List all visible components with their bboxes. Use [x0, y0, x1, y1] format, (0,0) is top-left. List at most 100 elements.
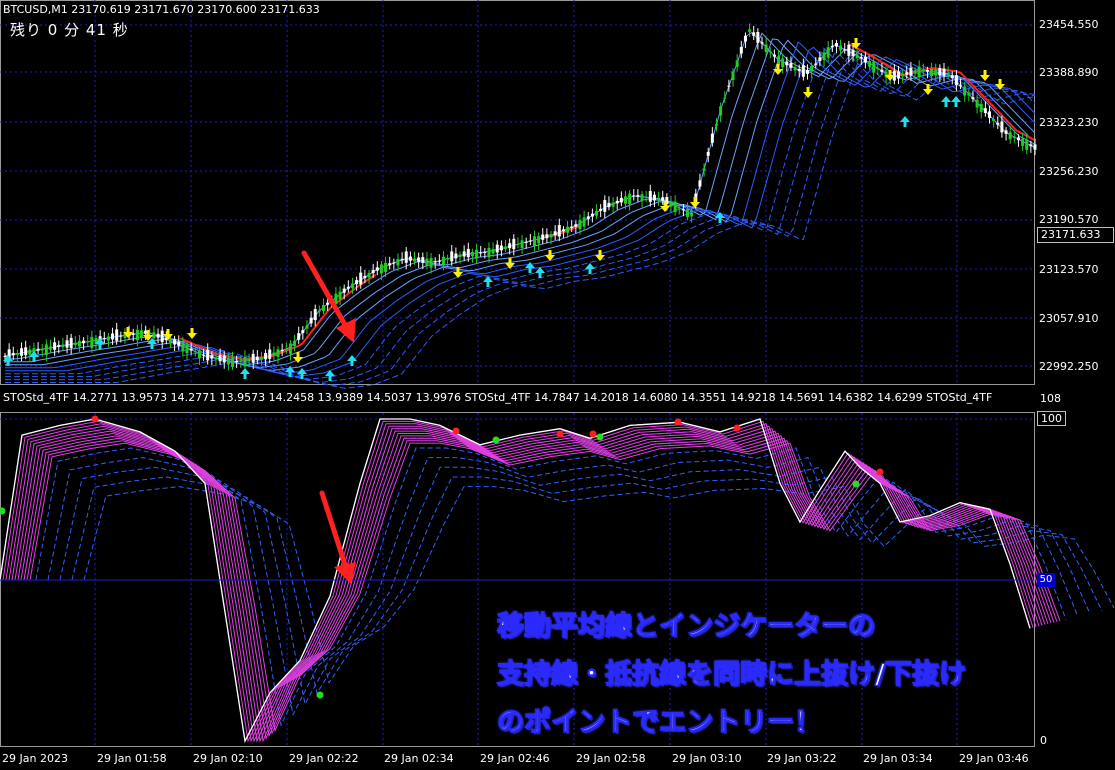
time-label: 29 Jan 03:46 — [959, 752, 1029, 765]
candle-body — [433, 261, 437, 263]
candle-body — [868, 61, 872, 67]
caption-line-1: 移動平均線とインジケーターの — [496, 610, 875, 642]
candle-body — [1029, 144, 1033, 147]
candle-body — [57, 345, 61, 347]
signal-dot — [733, 424, 741, 432]
candle-body — [652, 194, 656, 201]
time-label: 29 Jan 02:34 — [384, 752, 454, 765]
candle-body — [739, 47, 743, 54]
candle-body — [322, 304, 326, 311]
price-label: 23123.570 — [1039, 263, 1099, 276]
candle-body — [355, 280, 359, 285]
candle-body — [49, 346, 53, 350]
candle-body — [723, 97, 727, 99]
signal-dot — [852, 480, 860, 488]
candle-body — [11, 352, 15, 356]
candle-body — [785, 61, 789, 66]
candle-body — [553, 231, 557, 236]
candle-body — [557, 224, 561, 237]
candle-body — [607, 202, 611, 208]
candle-body — [462, 251, 466, 257]
signal-dot — [589, 430, 597, 438]
candle-body — [760, 42, 764, 44]
candle-body — [15, 353, 19, 355]
candle-body — [338, 291, 342, 300]
candle-body — [404, 251, 408, 263]
candle-body — [706, 151, 710, 156]
candle-body — [748, 29, 752, 32]
candle-body — [669, 201, 673, 207]
candle-body — [847, 44, 851, 56]
candle-body — [342, 288, 346, 293]
candle-body — [135, 329, 139, 341]
candle-body — [595, 210, 599, 216]
candle-body — [177, 341, 181, 346]
candle-body — [768, 51, 772, 53]
candle-body — [946, 73, 950, 75]
candle-body — [69, 337, 73, 348]
candle-body — [839, 45, 843, 51]
candle-body — [264, 352, 268, 360]
candle-body — [528, 240, 532, 242]
candle-body — [797, 68, 801, 72]
candle-body — [582, 217, 586, 227]
signal-dot — [556, 430, 564, 438]
candle-body — [36, 348, 40, 351]
candle-body — [44, 344, 48, 356]
candle-body — [483, 251, 487, 253]
candle-body — [140, 330, 144, 338]
time-label: 29 Jan 2023 — [2, 752, 68, 765]
candle-body — [152, 332, 156, 339]
candle-body — [789, 63, 793, 68]
candle-body — [106, 336, 110, 341]
candle-body — [516, 243, 520, 245]
candle-body — [491, 248, 495, 254]
time-label: 29 Jan 02:46 — [480, 752, 550, 765]
candle-body — [1033, 144, 1037, 150]
candle-body — [834, 43, 838, 47]
candle-body — [901, 73, 905, 77]
candle-body — [851, 49, 855, 57]
candle-body — [735, 60, 739, 67]
candle-body — [752, 32, 756, 36]
candle-body — [934, 70, 938, 76]
candle-body — [756, 31, 760, 43]
candle-body — [384, 262, 388, 272]
candle-body — [777, 56, 781, 66]
candle-body — [1016, 137, 1020, 141]
candle-body — [781, 58, 785, 68]
candle-body — [272, 352, 276, 356]
caption-line-2: 支持線・抵抗線を同時に上抜け/下抜け — [496, 658, 966, 690]
candle-body — [396, 259, 400, 266]
candle-body — [590, 213, 594, 217]
candle-body — [992, 118, 996, 122]
price-label: 23388.890 — [1039, 66, 1099, 79]
candle-body — [996, 122, 1000, 125]
candle-body — [826, 47, 830, 58]
candle-body — [586, 216, 590, 220]
candle-body — [975, 99, 979, 108]
candle-body — [359, 272, 363, 285]
candle-body — [446, 258, 450, 260]
candle-body — [425, 258, 429, 266]
candle-body — [259, 357, 263, 360]
candle-body — [859, 57, 863, 59]
candle-body — [644, 196, 648, 198]
time-label: 29 Jan 03:34 — [863, 752, 933, 765]
candle-body — [156, 333, 160, 338]
caption-line-3: のポイントでエントリー！ — [496, 706, 821, 738]
candle-body — [657, 197, 661, 201]
candle-body — [872, 61, 876, 73]
candle-body — [524, 241, 528, 243]
candle-body — [24, 347, 28, 356]
candle-body — [350, 283, 354, 289]
candle-body — [628, 193, 632, 205]
candle-body — [967, 93, 971, 96]
sub-window-header: STOStd_4TF 14.2771 13.9573 14.2771 13.95… — [3, 391, 993, 404]
candle-body — [1021, 138, 1025, 146]
candle-body — [437, 260, 441, 262]
candle-body — [930, 68, 934, 77]
time-label: 29 Jan 02:10 — [193, 752, 263, 765]
candle-body — [20, 348, 24, 356]
chart-window[interactable]: BTCUSD,M1 23170.619 23171.670 23170.600 … — [0, 0, 1115, 770]
